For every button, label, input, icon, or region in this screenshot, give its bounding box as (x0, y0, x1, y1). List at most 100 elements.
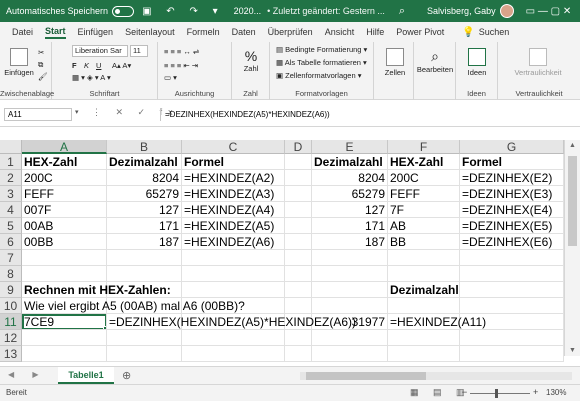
cell-b11[interactable]: =DEZINHEX(HEXINDEZ(A5)*HEXINDEZ(A6)) (107, 314, 356, 330)
cell-c6[interactable]: =HEXINDEZ(A6) (182, 234, 285, 250)
cell-a6[interactable]: 00BB (22, 234, 107, 250)
border-icon[interactable]: ▦ ▾ ◈ ▾ A ▾ (72, 73, 111, 82)
cell-g4[interactable]: =DEZINHEX(E4) (460, 202, 564, 218)
cell-c12[interactable] (182, 330, 285, 346)
cell-g5[interactable]: =DEZINHEX(E5) (460, 218, 564, 234)
cell-f2[interactable]: 200C (388, 170, 460, 186)
underline-button[interactable]: U (96, 61, 101, 70)
cell-f11[interactable]: =HEXINDEZ(A11) (388, 314, 486, 330)
cell-d3[interactable] (285, 186, 312, 202)
row-header-12[interactable]: 12 (0, 330, 22, 346)
cell-g7[interactable] (460, 250, 564, 266)
tab-einfuegen[interactable]: Einfügen (78, 27, 114, 37)
cell-c1[interactable]: Formel (182, 154, 285, 170)
format-as-table-button[interactable]: ▦ Als Tabelle formatieren ▾ (276, 58, 367, 67)
column-header-e[interactable]: E (312, 140, 388, 154)
horizontal-scrollbar[interactable] (300, 372, 572, 380)
file-name[interactable]: 2020... (234, 6, 262, 16)
cell-f1[interactable]: HEX-Zahl (388, 154, 460, 170)
merge-icon[interactable]: ▭ ▾ (164, 73, 177, 82)
cell-d2[interactable] (285, 170, 312, 186)
cell-c13[interactable] (182, 346, 285, 362)
font-size-select[interactable]: 11 (130, 45, 148, 57)
cell-g2[interactable]: =DEZINHEX(E2) (460, 170, 564, 186)
tab-power-pivot[interactable]: Power Pivot (396, 27, 444, 37)
row-header-4[interactable]: 4 (0, 202, 22, 218)
cell-a9[interactable]: Rechnen mit HEX-Zahlen: (22, 282, 171, 298)
cell-g13[interactable] (460, 346, 564, 362)
cell-b3[interactable]: 65279 (107, 186, 182, 202)
row-header-13[interactable]: 13 (0, 346, 22, 362)
cell-g1[interactable]: Formel (460, 154, 564, 170)
tab-suchen[interactable]: Suchen (479, 27, 510, 37)
copy-icon[interactable]: ⧉ (38, 60, 43, 70)
cell-styles-button[interactable]: ▣ Zellenformatvorlagen ▾ (276, 71, 361, 80)
zoom-out-icon[interactable]: − (462, 387, 467, 397)
tab-formeln[interactable]: Formeln (187, 27, 220, 37)
row-header-1[interactable]: 1 (0, 154, 22, 170)
cell-e12[interactable] (312, 330, 388, 346)
cell-f6[interactable]: BB (388, 234, 460, 250)
cells-button[interactable]: Zellen (382, 48, 408, 77)
align-left-icons[interactable]: ≡ ≡ ≡ ⇤ ⇥ (164, 61, 198, 70)
cell-d6[interactable] (285, 234, 312, 250)
cell-b8[interactable] (107, 266, 182, 282)
cell-f10[interactable] (388, 298, 460, 314)
tab-hilfe[interactable]: Hilfe (366, 27, 384, 37)
cell-g8[interactable] (460, 266, 564, 282)
cell-f9[interactable]: Dezimalzahl (388, 282, 460, 298)
cell-e1[interactable]: Dezimalzahl (312, 154, 388, 170)
quick-access-toolbar[interactable]: ▣ ↶ ↷ ▾ (142, 6, 224, 17)
cell-a10[interactable]: Wie viel ergibt A5 (00AB) mal A6 (00BB)? (22, 298, 245, 314)
cell-d8[interactable] (285, 266, 312, 282)
cell-e3[interactable]: 65279 (312, 186, 388, 202)
row-header-11[interactable]: 11 (0, 314, 22, 330)
cell-e4[interactable]: 127 (312, 202, 388, 218)
cell-d5[interactable] (285, 218, 312, 234)
sheet-tab-tabelle1[interactable]: Tabelle1 (58, 367, 114, 384)
cell-e5[interactable]: 171 (312, 218, 388, 234)
cell-g10[interactable] (460, 298, 564, 314)
cut-icon[interactable]: ✂ (38, 48, 44, 57)
row-header-2[interactable]: 2 (0, 170, 22, 186)
cell-a2[interactable]: 200C (22, 170, 107, 186)
cell-a1[interactable]: HEX-Zahl (22, 154, 107, 170)
vertical-scrollbar[interactable]: ▲ ▼ (564, 140, 580, 356)
column-header-b[interactable]: B (107, 140, 182, 154)
row-header-10[interactable]: 10 (0, 298, 22, 314)
cell-c8[interactable] (182, 266, 285, 282)
add-sheet-icon[interactable]: ⊕ (122, 369, 131, 382)
editing-button[interactable]: ⌕ Bearbeiten (416, 48, 454, 74)
cell-a12[interactable] (22, 330, 107, 346)
column-header-c[interactable]: C (182, 140, 285, 154)
scroll-down-icon[interactable]: ▼ (569, 347, 576, 354)
cell-d12[interactable] (285, 330, 312, 346)
cell-g3[interactable]: =DEZINHEX(E3) (460, 186, 564, 202)
cell-f12[interactable] (388, 330, 460, 346)
cell-c5[interactable]: =HEXINDEZ(A5) (182, 218, 285, 234)
column-header-f[interactable]: F (388, 140, 460, 154)
row-header-8[interactable]: 8 (0, 266, 22, 282)
cell-c3[interactable]: =HEXINDEZ(A3) (182, 186, 285, 202)
conditional-format-button[interactable]: ▤ Bedingte Formatierung ▾ (276, 45, 367, 54)
cell-e8[interactable] (312, 266, 388, 282)
cell-e11[interactable]: 31977 (312, 314, 388, 330)
window-buttons[interactable]: ▭ — ▢ ✕ (526, 6, 572, 17)
italic-button[interactable]: K (84, 61, 89, 70)
cell-b5[interactable]: 171 (107, 218, 182, 234)
cell-b7[interactable] (107, 250, 182, 266)
zoom-slider[interactable] (470, 393, 530, 394)
cell-e7[interactable] (312, 250, 388, 266)
formula-input[interactable]: =DEZINHEX(HEXINDEZ(A5)*HEXINDEZ(A6)) (160, 108, 572, 121)
cell-g6[interactable]: =DEZINHEX(E6) (460, 234, 564, 250)
cell-d1[interactable] (285, 154, 312, 170)
cell-c2[interactable]: =HEXINDEZ(A2) (182, 170, 285, 186)
column-header-g[interactable]: G (460, 140, 564, 154)
worksheet-grid[interactable]: A B C D E F G 1 HEX-Zahl Dezimalzahl Formel Dezimal… (0, 140, 580, 362)
cell-b13[interactable] (107, 346, 182, 362)
select-all-corner[interactable] (0, 140, 22, 154)
cell-g9[interactable] (460, 282, 564, 298)
cell-f4[interactable]: 7F (388, 202, 460, 218)
cell-f8[interactable] (388, 266, 460, 282)
font-name-select[interactable]: Liberation Sar (72, 45, 128, 57)
